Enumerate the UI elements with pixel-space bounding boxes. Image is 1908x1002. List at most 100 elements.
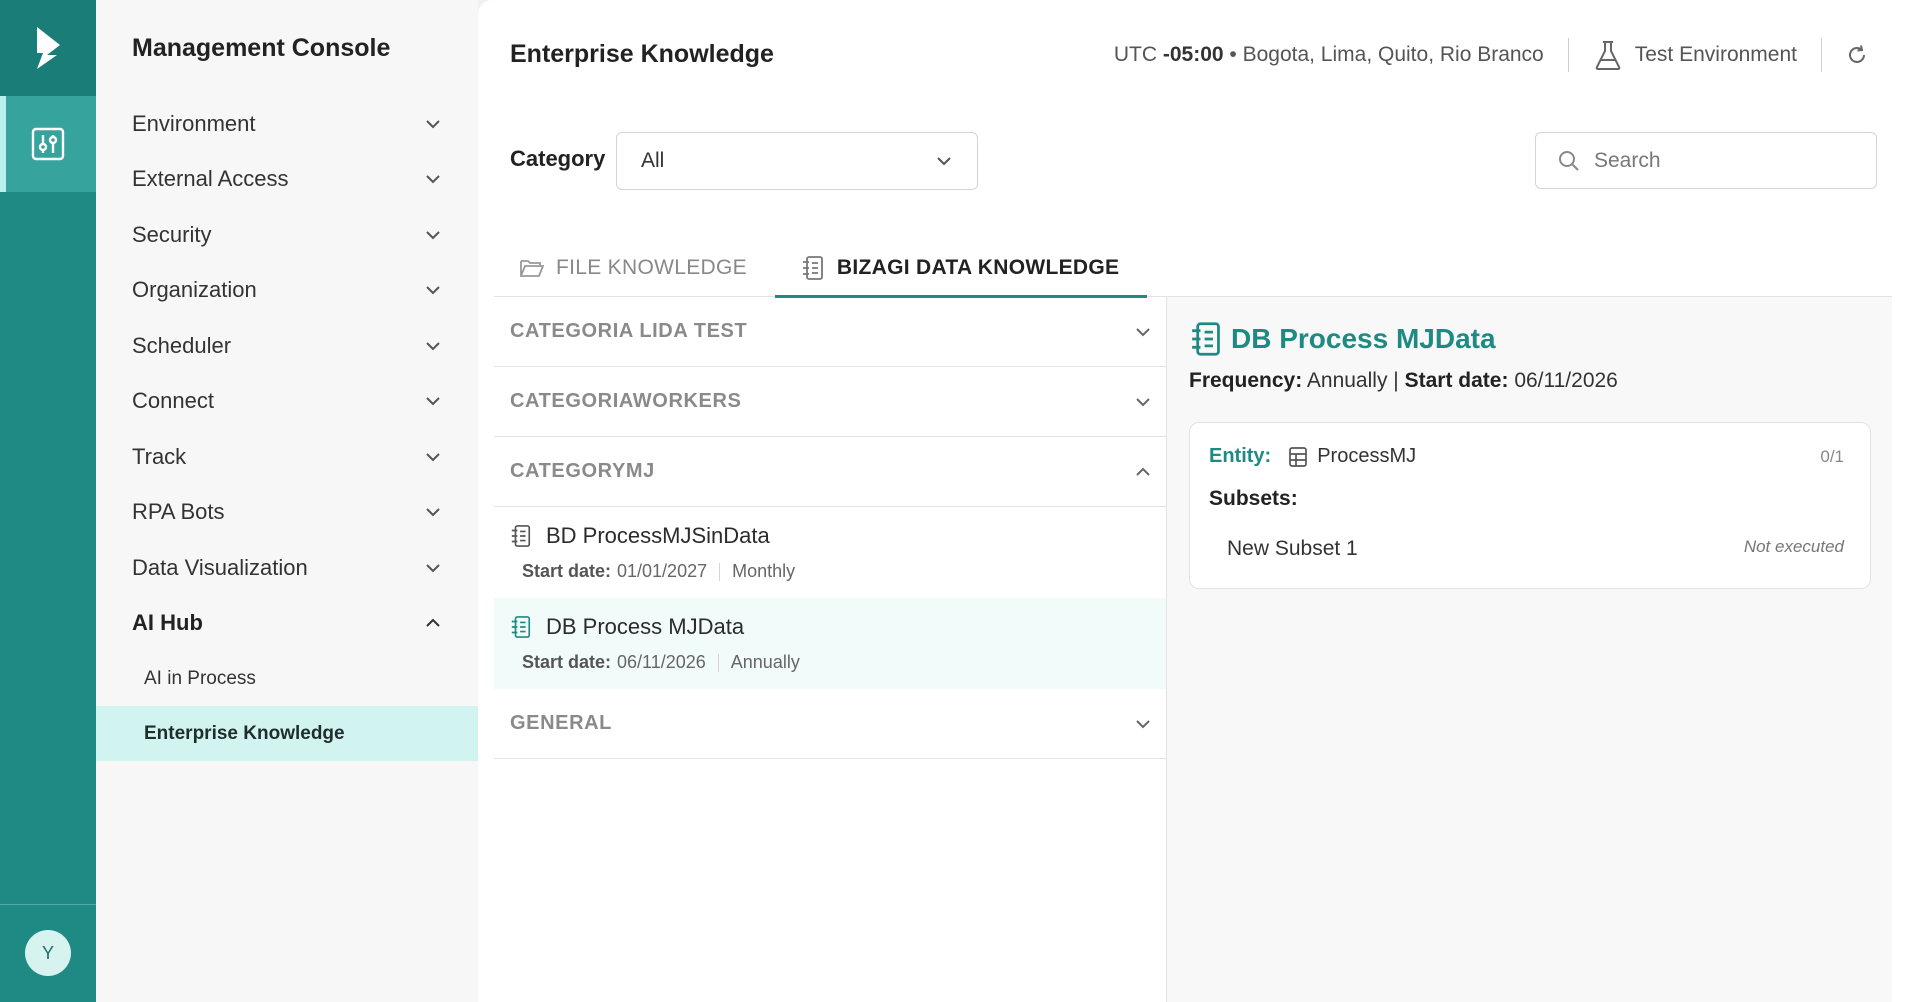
sidebar-subitem-ai-in-process[interactable]: AI in Process — [96, 651, 478, 706]
frequency-value: Annually — [730, 652, 800, 672]
sidebar-item-organization[interactable]: Organization — [96, 263, 478, 319]
app-rail: Y — [0, 0, 96, 1002]
frequency-value: Annually — [1306, 369, 1388, 392]
page-title: Enterprise Knowledge — [510, 40, 774, 68]
chevron-down-icon — [424, 503, 442, 521]
tab-label: BIZAGI DATA KNOWLEDGE — [836, 255, 1120, 279]
sidebar-item-environment[interactable]: Environment — [96, 96, 478, 152]
group-categorymj[interactable]: CATEGORYMJ — [494, 437, 1168, 507]
group-categoriaworkers[interactable]: CATEGORIAWORKERS — [494, 367, 1168, 437]
start-date-value: 06/11/2026 — [1514, 369, 1618, 392]
detail-title-text: DB Process MJData — [1231, 323, 1496, 354]
search-icon — [1558, 150, 1580, 172]
search-input[interactable] — [1594, 148, 1834, 173]
list-item-selected[interactable]: DB Process MJData Start date: 06/11/2026… — [494, 598, 1168, 689]
chevron-down-icon — [1134, 715, 1152, 733]
data-list-icon — [1189, 321, 1223, 357]
sidebar-item-label: Environment — [132, 110, 256, 136]
subset-count: 0/1 — [1820, 447, 1844, 466]
list-item[interactable]: BD ProcessMJSinData Start date: 01/01/20… — [494, 507, 1168, 598]
chevron-down-icon — [424, 281, 442, 299]
sidebar-item-label: Organization — [132, 277, 257, 303]
chevron-down-icon — [935, 152, 953, 170]
tab-label: FILE KNOWLEDGE — [556, 255, 747, 279]
sidebar-item-scheduler[interactable]: Scheduler — [96, 318, 478, 374]
list-item-title: DB Process MJData — [546, 614, 745, 639]
detail-schedule: Frequency: Annually | Start date: 06/11/… — [1189, 369, 1618, 393]
sidebar-item-label: Data Visualization — [132, 554, 308, 580]
subset-status: Not executed — [1743, 537, 1844, 556]
chevron-down-icon — [424, 559, 442, 577]
group-general[interactable]: GENERAL — [494, 689, 1168, 759]
chevron-up-icon — [424, 614, 442, 632]
sidebar-item-rpa-bots[interactable]: RPA Bots — [96, 485, 478, 541]
group-label: CATEGORIAWORKERS — [510, 390, 742, 412]
header-info: UTC -05:00 • Bogota, Lima, Quito, Rio Br… — [1114, 38, 1868, 72]
data-list-icon — [801, 255, 825, 281]
sliders-icon — [31, 127, 65, 161]
meta-divider — [719, 562, 721, 581]
detail-title: DB Process MJData — [1189, 321, 1496, 357]
chevron-up-icon — [1134, 463, 1152, 481]
sidebar-item-label: External Access — [132, 166, 289, 192]
header-divider — [1821, 38, 1822, 72]
category-value: All — [641, 149, 665, 172]
frequency-label: Frequency: — [1189, 369, 1303, 392]
frequency-value: Monthly — [732, 561, 796, 581]
group-label: CATEGORIA LIDA TEST — [510, 320, 748, 342]
sidebar-item-label: Security — [132, 221, 212, 247]
start-date-value: 06/11/2026 — [617, 652, 706, 672]
sidebar-item-label: Scheduler — [132, 332, 232, 358]
search-box[interactable] — [1535, 132, 1877, 189]
sidebar-item-label: Track — [132, 443, 187, 469]
avatar[interactable]: Y — [25, 930, 71, 976]
tab-file-knowledge[interactable]: FILE KNOWLEDGE — [494, 238, 775, 297]
sidebar-item-security[interactable]: Security — [96, 207, 478, 263]
main-panel: Enterprise Knowledge UTC -05:00 • Bogota… — [478, 0, 1908, 1002]
chevron-down-icon — [424, 170, 442, 188]
admin-rail-button[interactable] — [0, 96, 96, 192]
group-categoria-lida-test[interactable]: CATEGORIA LIDA TEST — [494, 297, 1168, 367]
knowledge-list: CATEGORIA LIDA TEST CATEGORIAWORKERS CAT… — [494, 297, 1168, 1002]
data-list-icon — [510, 615, 532, 639]
detail-panel: DB Process MJData Frequency: Annually | … — [1167, 297, 1892, 1002]
sidebar-menu: Environment External Access Security Org… — [96, 96, 478, 761]
chevron-down-icon — [424, 448, 442, 466]
console-title: Management Console — [132, 34, 391, 62]
sidebar-item-ai-hub[interactable]: AI Hub — [96, 596, 478, 652]
chevron-down-icon — [424, 392, 442, 410]
data-list-icon — [510, 524, 532, 548]
chevron-down-icon — [424, 115, 442, 133]
sidebar-subitem-label: AI in Process — [144, 667, 256, 689]
environment-label: Test Environment — [1634, 43, 1797, 66]
tab-bizagi-data-knowledge[interactable]: BIZAGI DATA KNOWLEDGE — [774, 238, 1148, 298]
chevron-down-icon — [424, 337, 442, 355]
category-select[interactable]: All — [616, 132, 978, 190]
meta-divider — [717, 653, 719, 672]
timezone-offset: -05:00 — [1162, 43, 1224, 66]
timezone-cities: • Bogota, Lima, Quito, Rio Branco — [1223, 43, 1544, 66]
sidebar-item-data-visualization[interactable]: Data Visualization — [96, 540, 478, 596]
group-label: CATEGORYMJ — [510, 460, 655, 482]
bizagi-logo-icon[interactable] — [0, 0, 96, 96]
entity-label: Entity: — [1209, 445, 1272, 467]
start-date-label: Start date: — [522, 561, 612, 581]
entity-card: Entity: ProcessMJ 0/1 Subsets: New Subse… — [1189, 422, 1871, 589]
subsets-label: Subsets: — [1209, 487, 1298, 510]
timezone-label: UTC -05:00 • Bogota, Lima, Quito, Rio Br… — [1114, 43, 1544, 67]
folder-icon — [520, 258, 544, 278]
sidebar-item-connect[interactable]: Connect — [96, 374, 478, 430]
sidebar-item-external-access[interactable]: External Access — [96, 152, 478, 208]
entity-name: ProcessMJ — [1317, 445, 1417, 467]
start-date-label: Start date: — [522, 652, 612, 672]
chevron-down-icon — [1134, 323, 1152, 341]
schedule-separator: | — [1393, 369, 1399, 392]
rail-divider — [0, 904, 96, 905]
entity-icon — [1289, 446, 1308, 467]
sidebar: Management Console Environment External … — [96, 0, 478, 1002]
group-label: GENERAL — [510, 712, 612, 734]
sidebar-subitem-enterprise-knowledge[interactable]: Enterprise Knowledge — [96, 706, 478, 761]
environment-indicator: Test Environment — [1593, 39, 1797, 71]
refresh-icon[interactable] — [1846, 44, 1868, 66]
sidebar-item-track[interactable]: Track — [96, 429, 478, 485]
